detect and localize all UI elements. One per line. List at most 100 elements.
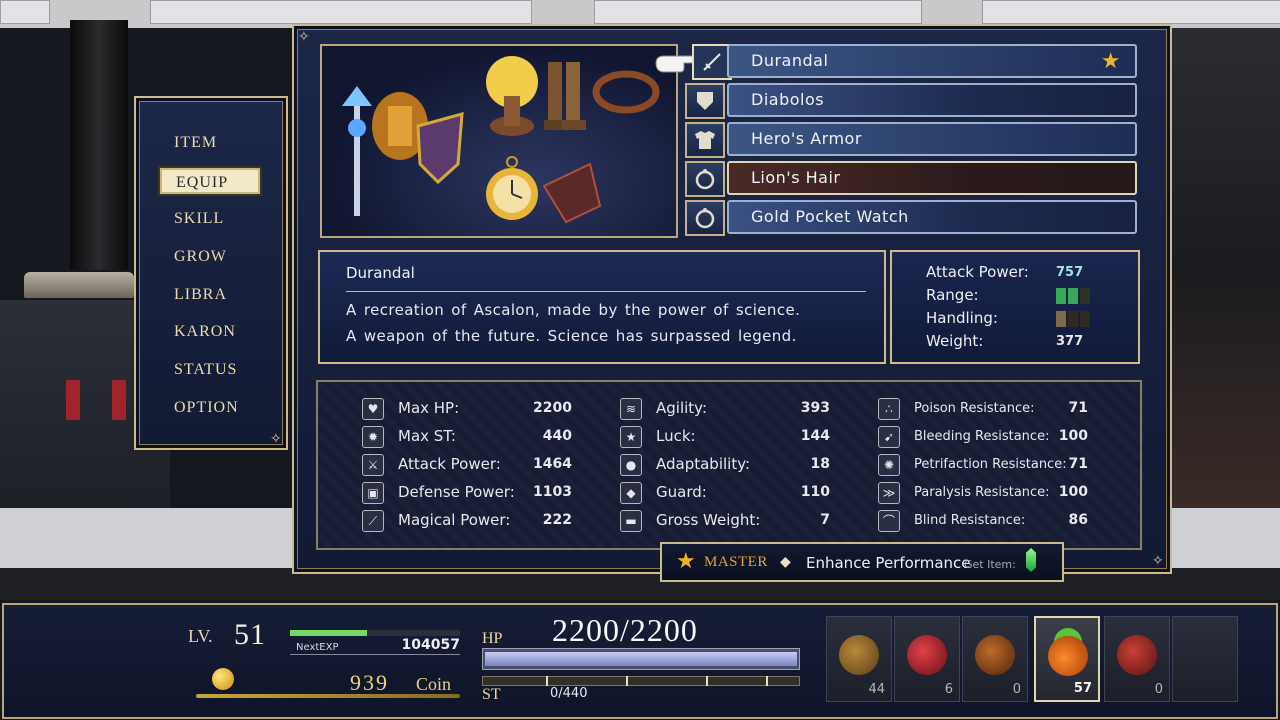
paralysis-icon: ≫ [878, 482, 900, 504]
armor-icon: ▣ [362, 482, 384, 504]
stat-label: Defense Power: [398, 483, 515, 501]
green-gem-icon [1026, 548, 1036, 572]
pocket-watch-art-icon [486, 156, 538, 220]
item-count: 6 [944, 682, 953, 697]
fruit-icon [975, 635, 1015, 675]
sword-icon[interactable] [692, 44, 732, 80]
equip-slot-armor[interactable]: Hero's Armor [727, 122, 1137, 156]
ring-icon[interactable] [685, 161, 725, 197]
weight-label: Weight: [926, 332, 984, 350]
item-count: 57 [1073, 681, 1092, 696]
equip-slot-name: Gold Pocket Watch [751, 207, 909, 226]
stat-label: Poison Resistance: [914, 401, 1035, 416]
menu-item-libra[interactable]: LIBRA [160, 282, 260, 308]
quick-item-slot-2[interactable]: 6 [894, 616, 960, 702]
stat-label: Attack Power: [398, 455, 501, 473]
menu-item-grow[interactable]: GROW [160, 244, 260, 270]
ornament-corner: ✧ [1152, 553, 1164, 569]
sword-icon: ⚔ [362, 454, 384, 476]
stat-value: 1103 [533, 484, 572, 500]
coin-value: 939 [350, 670, 389, 695]
sword-art-icon [342, 86, 372, 216]
item-description-title: Durandal [346, 264, 415, 282]
stat-value: 71 [1068, 400, 1088, 416]
diamond-icon: ◆ [780, 554, 791, 570]
wing-icon: ≋ [620, 398, 642, 420]
equip-slot-shield[interactable]: Diabolos [727, 83, 1137, 117]
menu-item-option[interactable]: OPTION [160, 395, 260, 421]
bleed-icon: ➹ [878, 426, 900, 448]
item-description-line-2: A weapon of the future. Science has surp… [346, 327, 797, 345]
stat-value: 2200 [533, 400, 572, 416]
st-value: 0/440 [550, 686, 588, 701]
stat-label: Guard: [656, 483, 707, 501]
handling-meter [1056, 311, 1090, 327]
stat-value: 110 [800, 484, 830, 500]
quick-item-slot-6[interactable] [1172, 616, 1238, 702]
menu-item-status[interactable]: STATUS [160, 357, 260, 383]
favorite-star-icon: ★ [1100, 49, 1121, 74]
hp-label: HP [482, 630, 503, 647]
handling-label: Handling: [926, 309, 998, 327]
star-icon: ★ [620, 426, 642, 448]
equip-slot-name: Diabolos [751, 90, 825, 109]
cape-art-icon [542, 162, 602, 224]
divider [290, 654, 460, 655]
item-description-line-1: A recreation of Ascalon, made by the pow… [346, 301, 801, 319]
equip-slot-accessory-1[interactable]: Lion's Hair [727, 161, 1137, 195]
stat-value: 393 [800, 400, 830, 416]
equipment-art [342, 56, 660, 224]
stat-value: 440 [542, 428, 572, 444]
ornament-corner: ✧ [298, 29, 310, 45]
menu-item-item[interactable]: ITEM [160, 130, 260, 156]
equipment-preview [320, 44, 678, 238]
equip-slot-weapon[interactable]: Durandal ★ [727, 44, 1137, 78]
st-tick [766, 676, 768, 686]
st-tick [706, 676, 708, 686]
coin-label: Coin [416, 674, 452, 694]
wand-icon: ⟋ [362, 510, 384, 532]
quick-item-slot-1[interactable]: 44 [826, 616, 892, 702]
stat-label: Max HP: [398, 399, 460, 417]
master-star-icon: ★ [676, 549, 696, 574]
belt-art-icon [592, 70, 660, 114]
equip-slot-accessory-2[interactable]: Gold Pocket Watch [727, 200, 1137, 234]
stat-value: 18 [810, 456, 830, 472]
coin-icon [212, 668, 234, 690]
stat-label: Luck: [656, 427, 696, 445]
sword-ornament [196, 694, 460, 698]
shield-icon[interactable] [685, 83, 725, 119]
item-description-panel: Durandal A recreation of Ascalon, made b… [318, 250, 886, 364]
stat-value: 71 [1068, 456, 1088, 472]
exp-bar [290, 630, 460, 636]
hp-bar [482, 648, 800, 670]
shield-icon: ◆ [620, 482, 642, 504]
attack-power-label: Attack Power: [926, 263, 1029, 281]
stat-value: 86 [1068, 512, 1088, 528]
quick-item-slot-3[interactable]: 0 [962, 616, 1028, 702]
st-bar [482, 676, 800, 686]
petrify-icon: ✺ [878, 454, 900, 476]
quick-item-slot-5[interactable]: 0 [1104, 616, 1170, 702]
stat-value: 7 [820, 512, 830, 528]
menu-item-karon[interactable]: KARON [160, 319, 260, 345]
poison-icon: ∴ [878, 398, 900, 420]
stat-label: Magical Power: [398, 511, 511, 529]
heart-icon: ♥ [362, 398, 384, 420]
stat-value: 222 [542, 512, 572, 528]
stat-label: Gross Weight: [656, 511, 761, 529]
quick-item-slot-4[interactable]: 57 [1034, 616, 1100, 702]
armor-icon[interactable] [685, 122, 725, 158]
menu-item-equip[interactable]: EQUIP [160, 168, 260, 194]
stat-value: 1464 [533, 456, 572, 472]
hp-value: 2200/2200 [552, 612, 698, 648]
drop-icon: ● [620, 454, 642, 476]
stat-label: Max ST: [398, 427, 456, 445]
potion-icon [907, 635, 947, 675]
item-count: 44 [868, 682, 885, 697]
exp-bar-fill [290, 630, 367, 636]
menu-item-skill[interactable]: SKILL [160, 206, 260, 232]
equip-slot-name: Hero's Armor [751, 129, 862, 148]
st-label: ST [482, 686, 501, 703]
ring-icon[interactable] [685, 200, 725, 236]
